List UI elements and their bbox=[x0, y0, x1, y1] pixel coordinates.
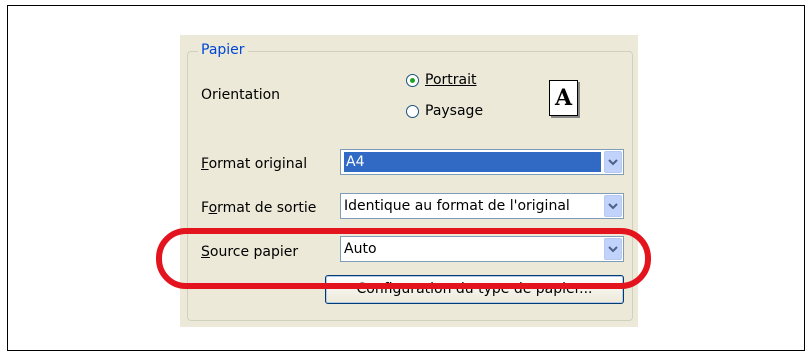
orientation-label: Orientation bbox=[201, 87, 281, 103]
format-original-value: A4 bbox=[344, 152, 601, 172]
format-sortie-label: Format de sortie bbox=[201, 200, 317, 216]
radio-paysage-label: Paysage bbox=[425, 103, 484, 119]
highlight-ring bbox=[156, 228, 651, 289]
radio-paysage-indicator[interactable] bbox=[406, 104, 419, 118]
format-original-label: Format original bbox=[201, 156, 308, 172]
radio-portrait-label: Portrait bbox=[425, 72, 477, 88]
radio-paysage[interactable]: Paysage bbox=[406, 102, 483, 120]
group-legend: Papier bbox=[198, 40, 248, 60]
page-orientation-letter: A bbox=[554, 85, 573, 111]
radio-portrait[interactable]: Portrait bbox=[406, 71, 476, 89]
chevron-down-icon[interactable] bbox=[604, 195, 622, 217]
radio-portrait-indicator[interactable] bbox=[406, 73, 419, 87]
page-orientation-icon: A bbox=[549, 80, 578, 116]
format-original-select[interactable]: A4 bbox=[340, 149, 624, 175]
format-sortie-select[interactable]: Identique au format de l'original bbox=[340, 193, 624, 219]
format-sortie-value: Identique au format de l'original bbox=[344, 198, 570, 214]
chevron-down-icon[interactable] bbox=[604, 151, 622, 173]
